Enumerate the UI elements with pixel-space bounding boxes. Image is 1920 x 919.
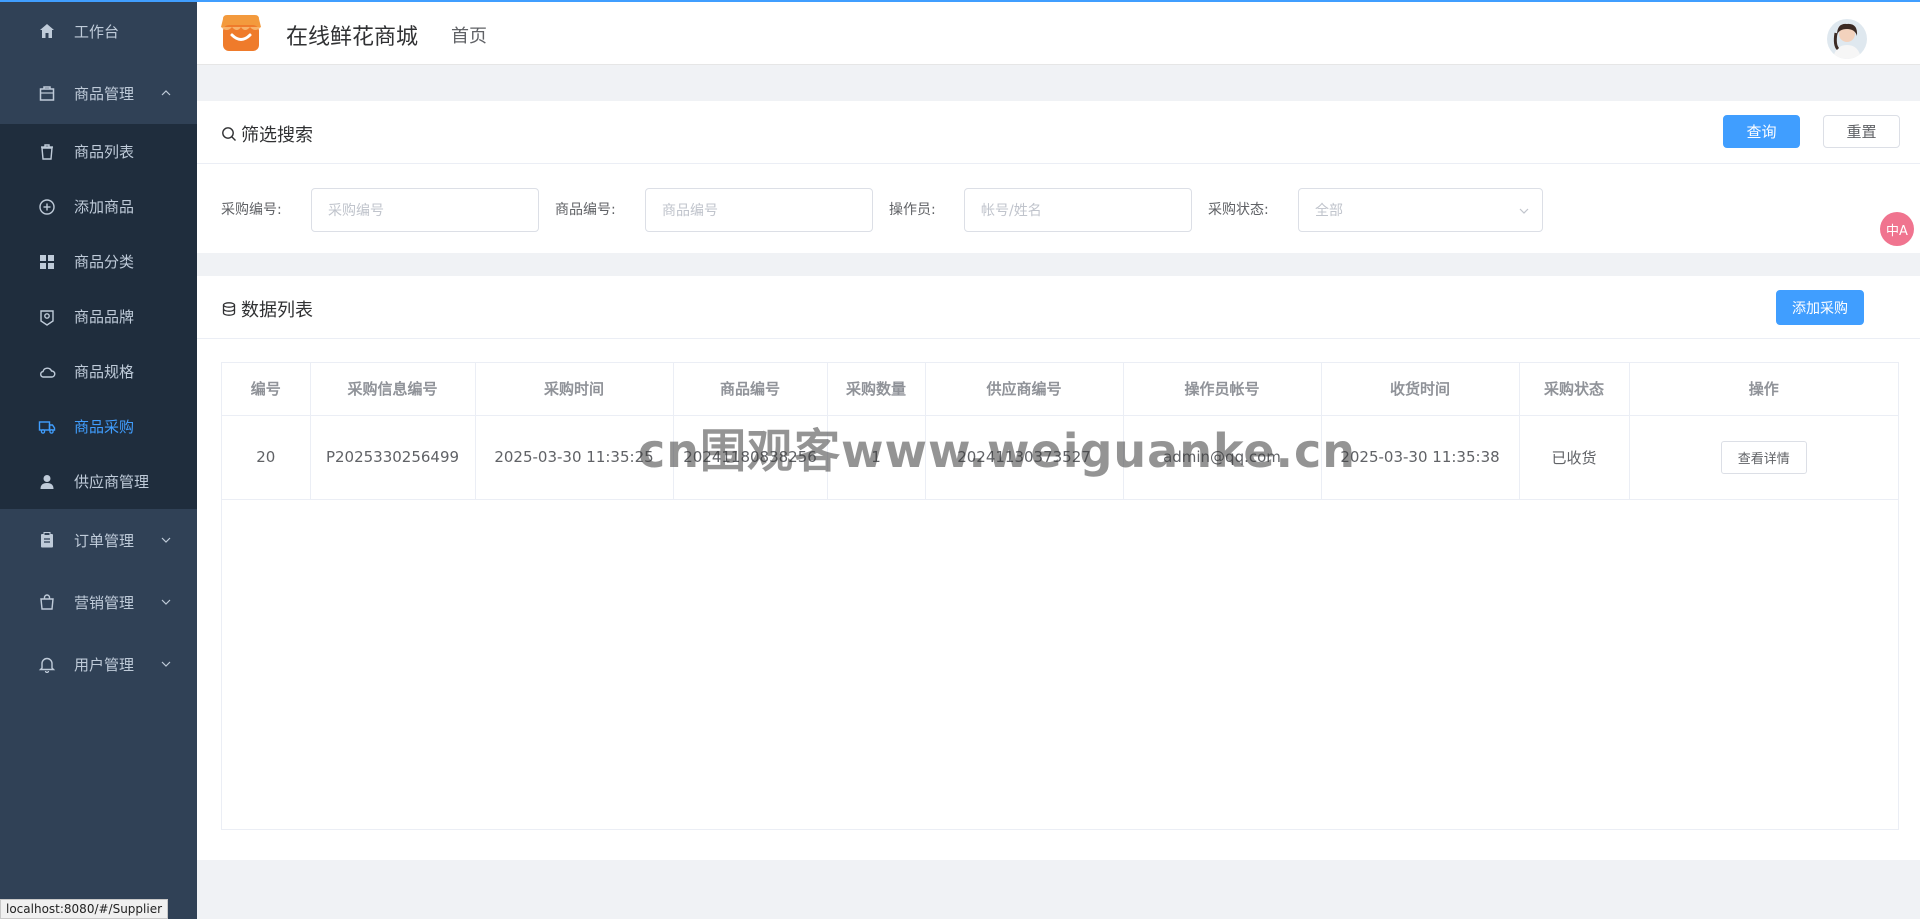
- column-header: 采购状态: [1519, 363, 1630, 416]
- bag-icon: [37, 83, 57, 103]
- sidebar-item-label: 商品采购: [74, 418, 135, 436]
- tag-icon: [37, 307, 57, 327]
- column-header: 操作员帐号: [1123, 363, 1322, 416]
- sidebar-item-label: 商品列表: [74, 143, 135, 161]
- trash-icon: [37, 142, 57, 162]
- sidebar-item-label: 商品品牌: [74, 308, 135, 326]
- translate-badge[interactable]: 中A: [1880, 212, 1914, 246]
- data-list-panel: 数据列表 添加采购 编号 采购信息编号 采购时间 商品编号 采购数量 供应商编号…: [197, 276, 1920, 860]
- sidebar-item-label: 用户管理: [74, 655, 135, 674]
- cell-status: 已收货: [1519, 415, 1630, 500]
- sidebar-item-goods-purchase[interactable]: 商品采购: [0, 399, 197, 454]
- sidebar-item-goods-brand[interactable]: 商品品牌: [0, 289, 197, 344]
- purchase-no-input[interactable]: 采购编号: [311, 188, 539, 232]
- purchase-status-value: 全部: [1315, 203, 1343, 219]
- column-header: 编号: [222, 363, 311, 416]
- column-header: 采购信息编号: [310, 363, 476, 416]
- sidebar-item-workbench[interactable]: 工作台: [0, 0, 197, 62]
- operator-input[interactable]: 帐号/姓名: [964, 188, 1192, 232]
- column-header: 收货时间: [1321, 363, 1520, 416]
- column-header: 采购时间: [475, 363, 674, 416]
- top-header: 在线鲜花商城 首页: [197, 2, 1920, 65]
- chevron-down-icon: [161, 599, 171, 605]
- watermark: cn围观客www.weiguanke.cn: [638, 424, 1357, 478]
- breadcrumb-home[interactable]: 首页: [451, 22, 487, 48]
- database-icon: [222, 302, 236, 316]
- goods-submenu: 商品列表 添加商品 商品分类 商品品牌 商品规格 商品采购 供应商管理: [0, 124, 197, 509]
- data-list-title: 数据列表: [221, 296, 313, 322]
- avatar[interactable]: [1827, 19, 1867, 59]
- sidebar-item-order-management[interactable]: 订单管理: [0, 509, 197, 571]
- column-header: 操作: [1629, 363, 1898, 416]
- sidebar-item-label: 供应商管理: [74, 473, 150, 491]
- cell-purchase-no: P2025330256499: [310, 415, 476, 500]
- column-header: 采购数量: [827, 363, 926, 416]
- sidebar-item-label: 营销管理: [74, 593, 135, 612]
- sidebar-item-label: 商品分类: [74, 253, 135, 271]
- cell-action: 查看详情: [1629, 415, 1898, 500]
- query-button[interactable]: 查询: [1723, 115, 1800, 148]
- add-purchase-button[interactable]: 添加采购: [1776, 290, 1864, 325]
- shopping-bag-icon: [37, 592, 57, 612]
- home-icon: [37, 21, 57, 41]
- app-title: 在线鲜花商城: [286, 25, 419, 50]
- chevron-down-icon: [161, 661, 171, 667]
- data-list-title-text: 数据列表: [241, 300, 313, 321]
- search-icon: [222, 127, 236, 141]
- bell-icon: [37, 654, 57, 674]
- view-detail-button[interactable]: 查看详情: [1720, 440, 1807, 474]
- sidebar: 工作台 商品管理 商品列表 添加商品 商品分类 商品品牌 商品规格 商品采购 供…: [0, 0, 197, 919]
- purchase-status-label: 采购状态:: [1208, 202, 1269, 218]
- user-icon: [37, 472, 57, 492]
- goods-no-label: 商品编号:: [555, 202, 616, 218]
- clipboard-icon: [37, 530, 57, 550]
- sidebar-item-label: 工作台: [74, 22, 120, 41]
- column-header: 供应商编号: [925, 363, 1124, 416]
- sidebar-item-label: 订单管理: [74, 531, 135, 550]
- cell-id: 20: [222, 415, 311, 500]
- sidebar-item-marketing-management[interactable]: 营销管理: [0, 571, 197, 633]
- cloud-icon: [37, 362, 57, 382]
- filter-panel: 筛选搜索 查询 重置 采购编号: 采购编号 商品编号: 商品编号 操作员: 帐号…: [197, 101, 1920, 253]
- sidebar-item-goods-management[interactable]: 商品管理: [0, 62, 197, 124]
- chevron-down-icon: [1519, 208, 1529, 214]
- filter-panel-title: 筛选搜索: [221, 121, 313, 147]
- sidebar-item-supplier[interactable]: 供应商管理: [0, 454, 197, 509]
- chevron-down-icon: [161, 537, 171, 543]
- shop-logo-icon: [219, 11, 263, 55]
- purchase-status-select[interactable]: 全部: [1298, 188, 1543, 232]
- goods-no-input[interactable]: 商品编号: [645, 188, 873, 232]
- top-accent-line: [0, 0, 1920, 2]
- truck-icon: [37, 417, 57, 437]
- filter-title-text: 筛选搜索: [241, 125, 313, 146]
- reset-button[interactable]: 重置: [1823, 115, 1900, 148]
- column-header: 商品编号: [673, 363, 828, 416]
- sidebar-item-label: 添加商品: [74, 198, 135, 216]
- table-header-row: 编号 采购信息编号 采购时间 商品编号 采购数量 供应商编号 操作员帐号 收货时…: [222, 363, 1898, 416]
- sidebar-item-goods-list[interactable]: 商品列表: [0, 124, 197, 179]
- sidebar-item-goods-category[interactable]: 商品分类: [0, 234, 197, 289]
- plus-circle-icon: [37, 197, 57, 217]
- operator-label: 操作员:: [889, 202, 936, 218]
- sidebar-item-add-goods[interactable]: 添加商品: [0, 179, 197, 234]
- sidebar-item-label: 商品管理: [74, 84, 135, 103]
- sidebar-item-label: 商品规格: [74, 363, 135, 381]
- status-bar-url: localhost:8080/#/Supplier: [0, 899, 169, 919]
- purchase-no-label: 采购编号:: [221, 202, 282, 218]
- sidebar-item-goods-spec[interactable]: 商品规格: [0, 344, 197, 399]
- grid-icon: [37, 252, 57, 272]
- sidebar-item-user-management[interactable]: 用户管理: [0, 633, 197, 695]
- chevron-up-icon: [161, 90, 171, 96]
